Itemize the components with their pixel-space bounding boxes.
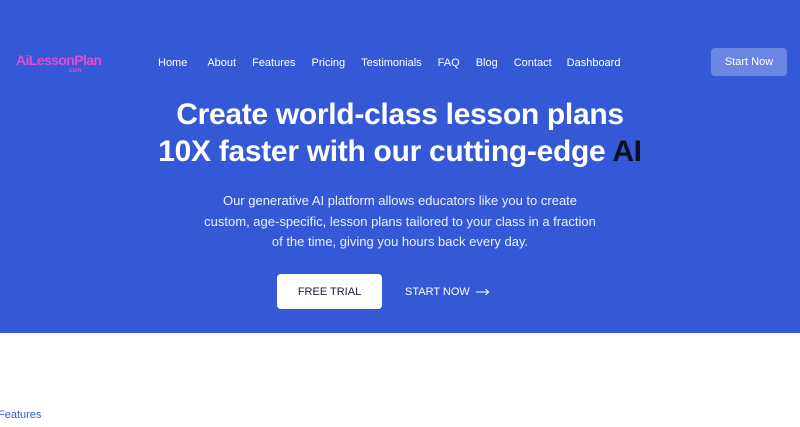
hero-headline: Create world-class lesson plans 10X fast… — [0, 96, 800, 170]
nav-link-features[interactable]: Features — [252, 56, 295, 70]
hero-section: AiLessonPlan com Home About Features Pri… — [0, 0, 800, 333]
start-now-link[interactable]: START NOW — [405, 285, 490, 299]
free-trial-button[interactable]: FREE TRIAL — [277, 274, 382, 309]
nav-link-blog[interactable]: Blog — [476, 56, 498, 70]
features-section-label: Features — [0, 409, 42, 421]
nav-link-dashboard[interactable]: Dashboard — [567, 56, 621, 70]
headline-line-1: Create world-class lesson plans — [176, 98, 624, 131]
start-now-link-label: START NOW — [405, 286, 470, 298]
logo-text: AiLessonPlan — [16, 52, 102, 68]
nav-link-about[interactable]: About — [207, 56, 236, 70]
nav-link-pricing[interactable]: Pricing — [312, 56, 346, 70]
nav-link-contact[interactable]: Contact — [514, 56, 552, 70]
header-start-now-button[interactable]: Start Now — [711, 48, 787, 76]
hero-subtext: Our generative AI platform allows educat… — [204, 193, 596, 249]
headline-accent: AI — [612, 135, 642, 168]
arrow-right-icon — [475, 288, 489, 296]
headline-line-2: 10X faster with our cutting-edge — [158, 135, 613, 168]
nav-link-home[interactable]: Home — [158, 56, 187, 70]
main-nav: Home About Features Pricing Testimonials… — [158, 56, 620, 70]
logo-subtext: com — [69, 68, 82, 74]
logo[interactable]: AiLessonPlan com — [16, 52, 102, 80]
nav-link-testimonials[interactable]: Testimonials — [361, 56, 422, 70]
nav-link-faq[interactable]: FAQ — [438, 56, 460, 70]
